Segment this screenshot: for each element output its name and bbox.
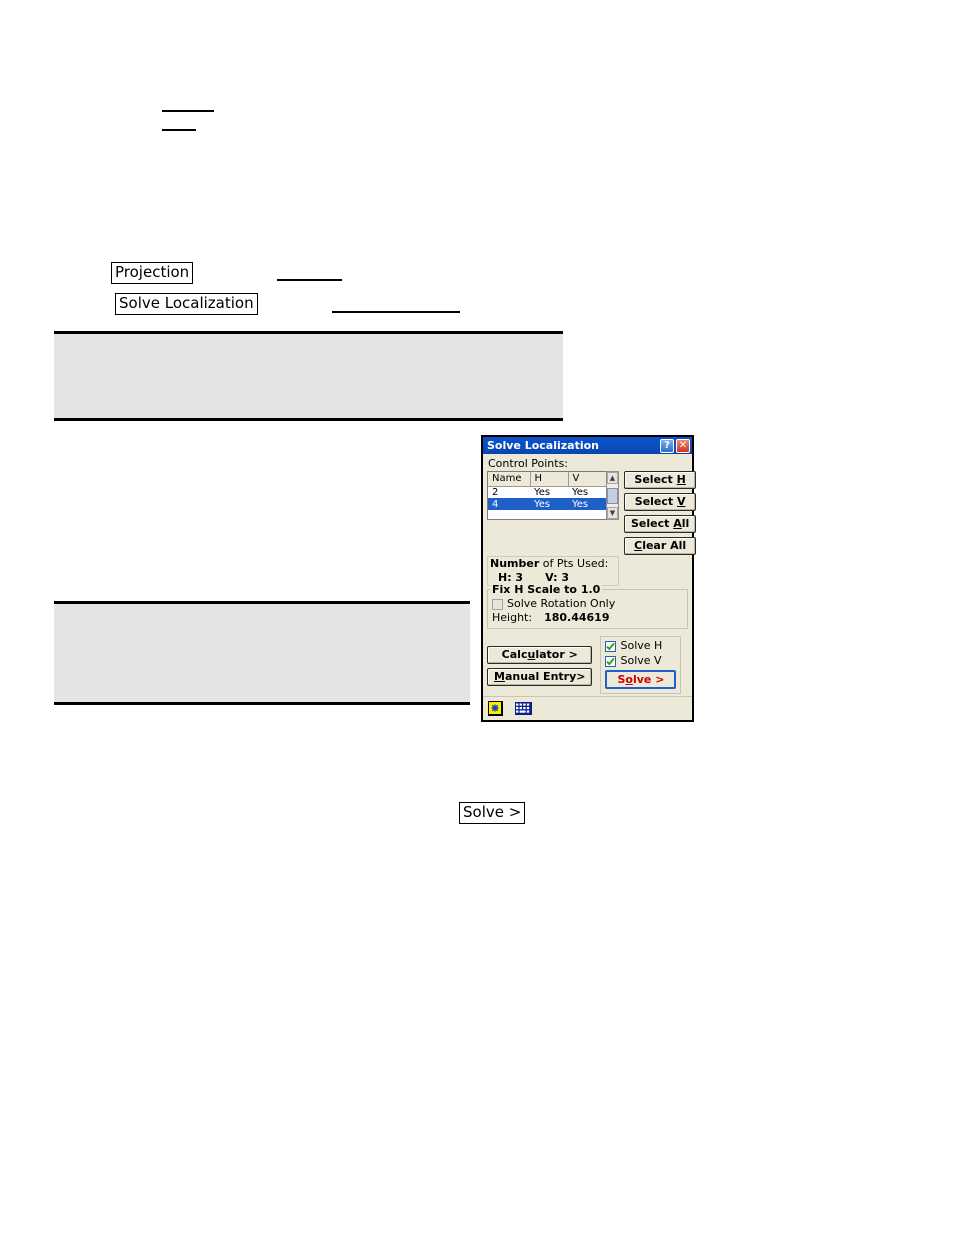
points-used-title-rest: of Pts Used:: [539, 557, 609, 570]
solve-post: lve >: [632, 673, 665, 686]
select-v-pre: Select: [634, 495, 677, 508]
height-value[interactable]: 180.44619: [544, 611, 609, 625]
select-all-button[interactable]: Select All: [624, 515, 697, 533]
calculator-pre: Calc: [501, 648, 528, 661]
scroll-up-arrow-icon[interactable]: ▲: [607, 472, 618, 484]
select-all-pre: Select: [631, 517, 674, 530]
cell-v: Yes: [572, 486, 589, 498]
clear-all-button[interactable]: Clear All: [624, 537, 697, 555]
input-panel-icon[interactable]: [488, 701, 503, 716]
checkmark-icon: [606, 657, 616, 665]
top-rule-2: [162, 129, 196, 131]
note-block-lower: [54, 601, 470, 705]
fix-h-scale-legend: Fix H Scale to 1.0: [490, 583, 603, 596]
solve-button-reference: Solve >: [459, 802, 526, 824]
solve-h-checkbox[interactable]: [605, 640, 617, 652]
select-h-button[interactable]: Select H: [624, 471, 697, 489]
calculator-button[interactable]: Calculator >: [487, 646, 593, 664]
solve-accel: o: [625, 673, 633, 686]
dialog-titlebar: Solve Localization ? ✕: [483, 437, 692, 454]
dialog-actions: Calculator > Manual Entry> Solve H Solve…: [487, 636, 688, 694]
height-label: Height:: [492, 611, 533, 624]
top-rule-1: [162, 110, 214, 112]
height-row: Height: 180.44619: [492, 611, 683, 625]
control-points-label: Control Points:: [488, 457, 569, 470]
points-used-box: Number of Pts Used: H: 3 V: 3: [487, 556, 619, 586]
table-row[interactable]: 2 Yes Yes: [488, 486, 606, 498]
solve-v-checkbox[interactable]: [605, 655, 617, 667]
cell-h: Yes: [530, 498, 568, 510]
select-all-accel: A: [673, 517, 682, 530]
points-used-title-bold: Number: [490, 557, 540, 570]
solve-h-row[interactable]: Solve H: [605, 640, 676, 652]
column-header-v[interactable]: V: [568, 472, 606, 487]
calculator-post: lator >: [535, 648, 578, 661]
keyboard-icon[interactable]: [515, 702, 532, 715]
dialog-title: Solve Localization: [487, 439, 600, 452]
dialog-body: Control Points: Name H V 2 Yes Yes 4 Yes…: [483, 454, 697, 720]
select-button-column: Select H Select V Select All Clear All: [624, 471, 697, 555]
solve-h-label: Solve H: [620, 639, 663, 652]
close-icon[interactable]: ✕: [676, 438, 690, 453]
action-button-column: Calculator > Manual Entry>: [487, 636, 593, 686]
scroll-down-arrow-icon[interactable]: ▼: [607, 507, 618, 519]
dialog-statusbar: [483, 696, 692, 720]
solve-v-label: Solve V: [620, 654, 662, 667]
select-v-accel: V: [677, 495, 686, 508]
cell-h: Yes: [534, 486, 551, 498]
solve-localization-rule: [332, 311, 460, 313]
solve-options-group: Solve H Solve V Solve >: [600, 636, 682, 694]
cell-name: 2: [492, 486, 499, 498]
solve-rotation-only-checkbox[interactable]: [492, 598, 503, 610]
solve-rotation-only-row[interactable]: Solve Rotation Only: [492, 598, 683, 610]
manual-entry-post: anual Entry>: [504, 670, 586, 683]
clear-all-post: lear All: [642, 539, 687, 552]
cell-v: Yes: [568, 498, 606, 510]
note-block-upper: [54, 331, 563, 421]
document-page: Projection Solve Localization Solve > So…: [0, 0, 954, 1235]
solve-localization-dialog: Solve Localization ? ✕ Control Points: N…: [481, 435, 697, 722]
control-points-row: Name H V 2 Yes Yes 4 Yes Yes ▲ ▼ Select …: [487, 471, 697, 555]
projection-label: Projection: [111, 262, 194, 284]
select-h-pre: Select: [634, 473, 677, 486]
column-header-h[interactable]: H: [530, 472, 569, 487]
select-v-button[interactable]: Select V: [624, 493, 697, 511]
fix-h-scale-group: Fix H Scale to 1.0 Solve Rotation Only H…: [487, 583, 688, 629]
column-header-name[interactable]: Name: [488, 472, 531, 487]
points-used-title: Number of Pts Used:: [490, 557, 616, 571]
solve-v-row[interactable]: Solve V: [605, 655, 676, 667]
control-points-grid[interactable]: Name H V 2 Yes Yes 4 Yes Yes: [487, 471, 607, 520]
select-all-post: ll: [681, 517, 690, 530]
table-header-row: Name H V: [488, 472, 606, 487]
grid-vertical-scrollbar[interactable]: ▲ ▼: [606, 471, 619, 520]
clear-all-accel: C: [634, 539, 643, 552]
projection-rule: [277, 279, 342, 281]
solve-button[interactable]: Solve >: [605, 670, 677, 689]
solve-localization-label: Solve Localization: [115, 293, 258, 315]
control-points-table: Name H V 2 Yes Yes 4 Yes Yes: [488, 472, 606, 510]
scrollbar-thumb[interactable]: [607, 487, 618, 504]
manual-entry-button[interactable]: Manual Entry>: [487, 668, 593, 686]
manual-entry-accel: M: [494, 670, 505, 683]
table-row[interactable]: 4 Yes Yes: [488, 498, 606, 510]
solve-rotation-only-label: Solve Rotation Only: [507, 597, 616, 610]
checkmark-icon: [606, 642, 616, 650]
help-icon[interactable]: ?: [660, 438, 674, 453]
select-h-accel: H: [676, 473, 686, 486]
cell-name: 4: [488, 498, 530, 510]
